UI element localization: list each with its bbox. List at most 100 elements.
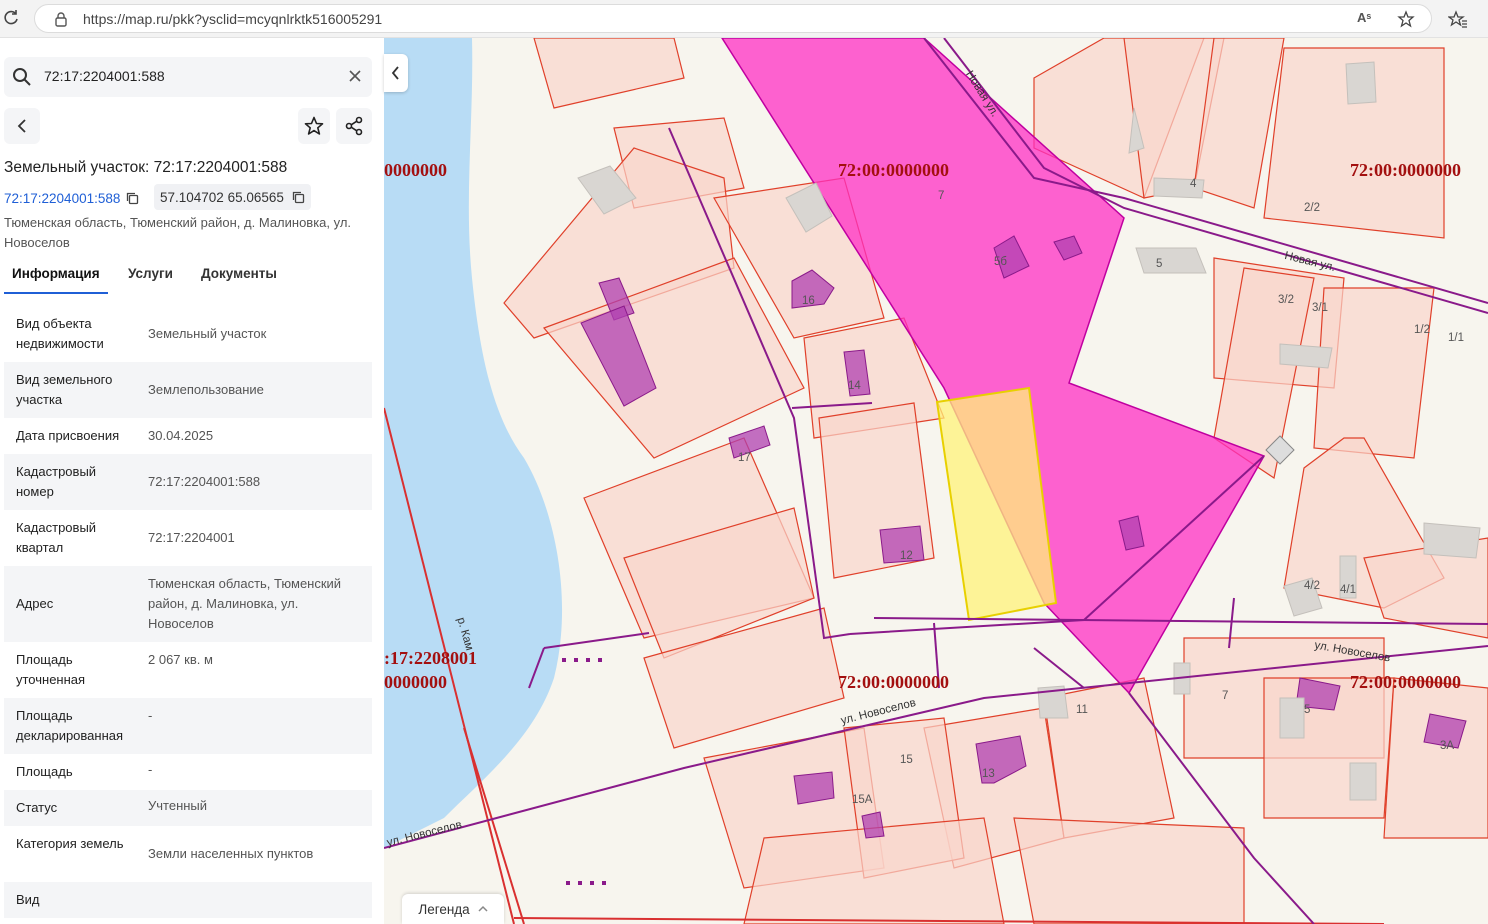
house-number: 12 — [900, 550, 913, 562]
active-tab-indicator — [4, 292, 108, 294]
prop-value: Земельный участок — [148, 326, 267, 341]
prop-value: 72:17:2204001:588 — [148, 474, 261, 489]
table-row: Вид объекта недвижимости Земельный участ… — [4, 306, 372, 362]
house-number: 15А — [852, 794, 873, 806]
star-icon — [304, 116, 324, 135]
house-number: 14 — [848, 380, 861, 392]
cad-label: 72:00:0000000 — [1350, 672, 1461, 692]
address-text: Тюменская область, Тюменский район, д. М… — [4, 215, 352, 250]
map-canvas[interactable]: 0000000 72:00:0000000 72:00:0000000 :17:… — [384, 38, 1488, 924]
back-button[interactable] — [4, 108, 40, 144]
read-aloud-icon[interactable]: Aˢ — [1357, 10, 1375, 28]
prop-key: Дата присвоения — [16, 428, 120, 443]
house-number: 15 — [900, 754, 913, 766]
cad-number-link[interactable]: 72:17:2204001:588 — [4, 186, 139, 210]
house-number: 7 — [1222, 690, 1229, 702]
house-number: 3/2 — [1278, 294, 1294, 306]
chevron-left-icon — [391, 66, 399, 80]
prop-key: Статус — [16, 800, 58, 815]
table-row: Площадь декларированная - — [4, 698, 372, 754]
table-row: Кадастровый номер 72:17:2204001:588 — [4, 454, 372, 510]
table-row: Категория земель Земли населенных пункто… — [4, 826, 372, 882]
cad-label: 72:00:0000000 — [838, 160, 949, 180]
page-title: Земельный участок: 72:17:2204001:588 — [4, 159, 288, 176]
table-row: Площадь уточненная 2 067 кв. м — [4, 642, 372, 698]
tab-documents[interactable]: Документы — [201, 266, 277, 281]
info-panel: 72:17:2204001:588 Земельный участок: 72:… — [0, 38, 384, 924]
house-number: 11 — [1076, 704, 1088, 716]
prop-value: 30.04.2025 — [148, 428, 214, 443]
cad-number-text[interactable]: 72:17:2204001:588 — [4, 191, 120, 206]
table-row: Площадь - — [4, 754, 372, 790]
share-button[interactable] — [336, 108, 372, 144]
prop-value: Землепользование — [148, 382, 264, 397]
url-text[interactable]: https://map.ru/pkk?ysclid=mcyqnlrktk5160… — [83, 11, 382, 27]
prop-key: Кадастровый квартал — [16, 520, 97, 555]
table-row: Статус Учтенный — [4, 790, 372, 826]
browser-toolbar: https://map.ru/pkk?ysclid=mcyqnlrktk5160… — [0, 0, 1488, 38]
chevron-left-icon — [17, 119, 26, 133]
prop-key: Категория земель — [16, 836, 124, 851]
table-row: Вид земельного участка Землепользование — [4, 362, 372, 418]
prop-key: Адрес — [16, 596, 54, 611]
house-number: 16 — [802, 295, 815, 307]
add-favorite-icon[interactable] — [1397, 10, 1415, 28]
house-number: 2/2 — [1304, 202, 1320, 214]
table-row: Вид — [4, 882, 372, 918]
address-bar[interactable]: https://map.ru/pkk?ysclid=mcyqnlrktk5160… — [34, 4, 1432, 33]
reload-icon[interactable] — [2, 9, 20, 27]
chevron-up-icon — [478, 905, 488, 912]
house-number: 5 — [1304, 704, 1311, 716]
house-number: 3/1 — [1312, 302, 1328, 314]
house-number: 4 — [1190, 178, 1197, 190]
house-number: 4/2 — [1304, 580, 1320, 592]
copy-icon[interactable] — [126, 192, 139, 205]
house-number: 5 — [1156, 258, 1163, 270]
tab-services[interactable]: Услуги — [128, 266, 173, 281]
prop-key: Вид — [16, 892, 40, 907]
legend-label: Легенда — [418, 901, 470, 917]
dots — [562, 658, 606, 885]
prop-value: - — [148, 762, 153, 777]
favorites-icon[interactable] — [1448, 9, 1468, 29]
table-row: Кадастровый квартал 72:17:2204001 — [4, 510, 372, 566]
house-number: 4/1 — [1340, 584, 1356, 596]
house-number: 1/2 — [1414, 324, 1430, 336]
search-icon — [13, 68, 31, 86]
prop-key: Кадастровый номер — [16, 464, 97, 499]
coordinates-text: 57.104702 65.06565 — [160, 189, 284, 205]
coordinates-chip[interactable]: 57.104702 65.06565 — [154, 184, 311, 210]
copy-icon[interactable] — [292, 191, 305, 204]
prop-key: Вид объекта недвижимости — [16, 316, 104, 351]
collapse-panel-button[interactable] — [384, 54, 408, 92]
search-input[interactable]: 72:17:2204001:588 — [44, 68, 165, 84]
prop-value: 2 067 кв. м — [148, 652, 213, 667]
prop-value: - — [148, 708, 153, 723]
house-number: 5б — [994, 256, 1007, 268]
search-box[interactable]: 72:17:2204001:588 — [4, 57, 372, 97]
house-number: 13 — [982, 768, 995, 780]
tab-info[interactable]: Информация — [12, 266, 100, 281]
table-row: Дата присвоения 30.04.2025 — [4, 418, 372, 454]
cad-label: 0000000 — [384, 672, 447, 692]
prop-value: 72:17:2204001 — [148, 530, 235, 545]
prop-key: Площадь — [16, 764, 73, 779]
house-number: 3А — [1440, 740, 1455, 752]
legend-button[interactable]: Легенда — [402, 894, 504, 924]
house-number: 17 — [738, 452, 751, 464]
tabs: Информация Услуги Документы — [4, 260, 372, 294]
prop-key: Вид земельного участка — [16, 372, 113, 407]
share-icon — [345, 116, 363, 136]
house-number: 1/1 — [1448, 332, 1464, 344]
house-number: 7 — [938, 190, 945, 202]
properties-table: Вид объекта недвижимости Земельный участ… — [4, 306, 372, 918]
cad-label: 72:00:0000000 — [838, 672, 949, 692]
cad-label: 72:00:0000000 — [1350, 160, 1461, 180]
lock-icon[interactable] — [53, 11, 69, 27]
prop-value: Тюменская область, Тюменский район, д. М… — [148, 576, 342, 631]
favorite-button[interactable] — [298, 108, 330, 144]
close-icon[interactable] — [348, 69, 362, 83]
prop-value: Земли населенных пунктов — [148, 846, 314, 861]
prop-value: Учтенный — [148, 798, 208, 813]
table-row: Адрес Тюменская область, Тюменский район… — [4, 566, 372, 642]
